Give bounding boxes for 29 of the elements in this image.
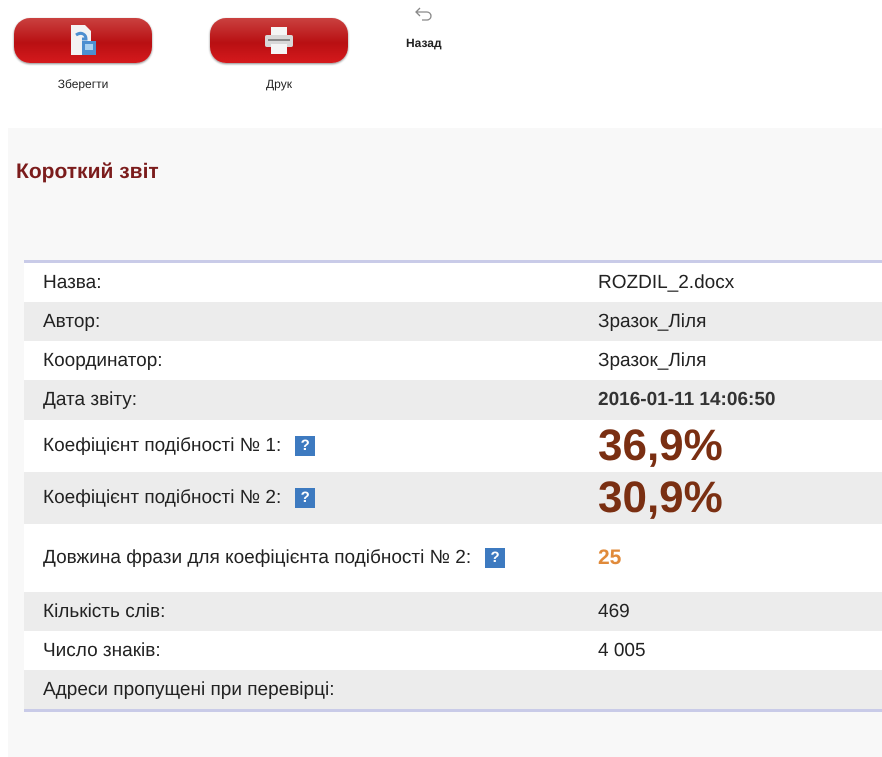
- help-icon[interactable]: ?: [295, 488, 316, 508]
- back-button[interactable]: Назад: [406, 6, 442, 50]
- field-value: 469: [598, 600, 630, 622]
- field-value: 30,9%: [598, 473, 723, 523]
- field-value: 2016-01-11 14:06:50: [598, 389, 776, 411]
- field-value: Зразок_Ліля: [598, 350, 706, 372]
- field-value: ROZDIL_2.docx: [598, 272, 734, 294]
- field-label: Коефіцієнт подібності № 2: ?: [24, 487, 598, 509]
- field-label: Число знаків:: [42, 640, 162, 662]
- field-value: Зразок_Ліля: [598, 310, 706, 332]
- field-label: Кількість слів:: [42, 600, 166, 622]
- button-label: Друк: [266, 77, 292, 91]
- field-value: 25: [598, 546, 622, 570]
- help-icon[interactable]: ?: [485, 548, 506, 568]
- field-value: 4 005: [598, 640, 646, 662]
- help-icon[interactable]: ?: [295, 436, 316, 456]
- field-label: Адреси пропущені при перевірці:: [42, 678, 336, 700]
- print-button[interactable]: [210, 18, 348, 63]
- field-label: Назва:: [42, 272, 103, 294]
- report-title: Короткий звіт: [16, 160, 160, 184]
- field-label: Дата звіту:: [42, 389, 138, 411]
- button-label: Зберегти: [58, 77, 108, 91]
- printer-icon: [263, 24, 295, 56]
- field-label: Коефіцієнт подібності № 1: ?: [24, 435, 598, 457]
- field-label: Автор:: [42, 310, 102, 332]
- save-button[interactable]: [14, 18, 152, 63]
- field-value: 36,9%: [598, 421, 723, 471]
- field-label: Координатор:: [42, 350, 164, 372]
- field-label: Довжина фрази для коефіцієнта подібності № 2: ?: [24, 547, 598, 569]
